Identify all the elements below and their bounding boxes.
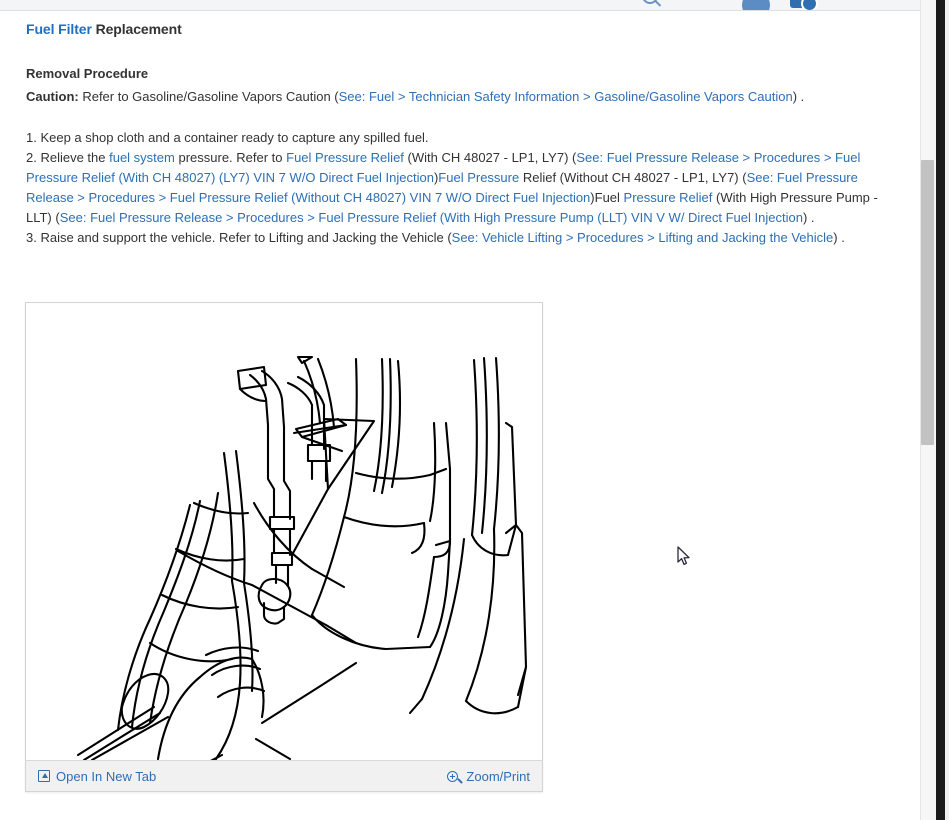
page-title-rest: Replacement	[91, 21, 182, 37]
user-avatar-icon[interactable]	[742, 0, 770, 10]
inline-text: (With CH 48027 - LP1, LY7) (	[403, 150, 577, 165]
list-item: 1. Keep a shop cloth and a container rea…	[26, 128, 894, 148]
inline-text: pressure. Refer to	[174, 150, 287, 165]
window-edge-light	[945, 0, 949, 820]
inline-text: )Fuel	[590, 190, 624, 205]
inline-link[interactable]: Pressure Relief	[624, 190, 713, 205]
fuel-filter-line-drawing	[26, 303, 542, 760]
magnifier-plus-icon	[447, 770, 463, 784]
list-item: 2. Relieve the fuel system pressure. Ref…	[26, 148, 894, 228]
search-icon[interactable]	[642, 0, 658, 4]
step-body: Keep a shop cloth and a container ready …	[36, 130, 429, 145]
inline-text: ) .	[833, 230, 845, 245]
inline-link[interactable]: See: Fuel Pressure Release > Procedures …	[60, 210, 803, 225]
caution-label: Caution:	[26, 89, 79, 104]
list-item: 3. Raise and support the vehicle. Refer …	[26, 228, 894, 248]
vertical-scrollbar-thumb[interactable]	[921, 160, 934, 445]
step-number: 1.	[26, 130, 37, 145]
open-in-new-tab-button[interactable]: Open In New Tab	[38, 769, 156, 784]
step-number: 2.	[26, 150, 37, 165]
inline-text: Relieve the	[36, 150, 110, 165]
figure-toolbar: Open In New Tab Zoom/Print	[26, 760, 542, 791]
zoom-print-label: Zoom/Print	[466, 768, 530, 784]
procedure-steps: 1. Keep a shop cloth and a container rea…	[26, 128, 894, 248]
zoom-print-button[interactable]: Zoom/Print	[447, 769, 530, 784]
notification-badge-icon[interactable]	[790, 0, 818, 10]
inline-text: ) .	[802, 210, 815, 225]
page-title-highlight: Fuel Filter	[26, 21, 92, 37]
inline-text: Keep a shop cloth and a container ready …	[36, 130, 429, 145]
inline-link[interactable]: See: Vehicle Lifting > Procedures > Lift…	[452, 230, 834, 245]
caution-text-after: ) .	[792, 89, 805, 104]
technical-diagram	[26, 303, 542, 760]
inline-link[interactable]: fuel system	[109, 150, 175, 165]
caution-note: Caution: Refer to Gasoline/Gasoline Vapo…	[26, 87, 894, 107]
open-in-new-tab-icon	[38, 770, 50, 782]
inline-text: Raise and support the vehicle. Refer to …	[36, 230, 452, 245]
section-heading: Removal Procedure	[26, 66, 149, 81]
inline-link[interactable]: Fuel Pressure Relief	[286, 150, 404, 165]
figure-container: Open In New Tab Zoom/Print	[25, 302, 543, 792]
caution-link[interactable]: See: Fuel > Technician Safety Informatio…	[339, 89, 793, 104]
page-title: Fuel Filter Replacement	[26, 21, 894, 37]
caution-text-before: Refer to Gasoline/Gasoline Vapors Cautio…	[78, 89, 339, 104]
inline-text: Relief (Without CH 48027 - LP1, LY7) (	[519, 170, 747, 185]
step-body: Relieve the fuel system pressure. Refer …	[26, 150, 878, 225]
step-number: 3.	[26, 230, 37, 245]
step-body: Raise and support the vehicle. Refer to …	[36, 230, 845, 245]
window-edge-dark	[936, 0, 945, 820]
inline-link[interactable]: Fuel Pressure	[438, 170, 519, 185]
open-in-new-tab-label: Open In New Tab	[56, 768, 157, 784]
top-toolbar-strip	[0, 0, 920, 11]
